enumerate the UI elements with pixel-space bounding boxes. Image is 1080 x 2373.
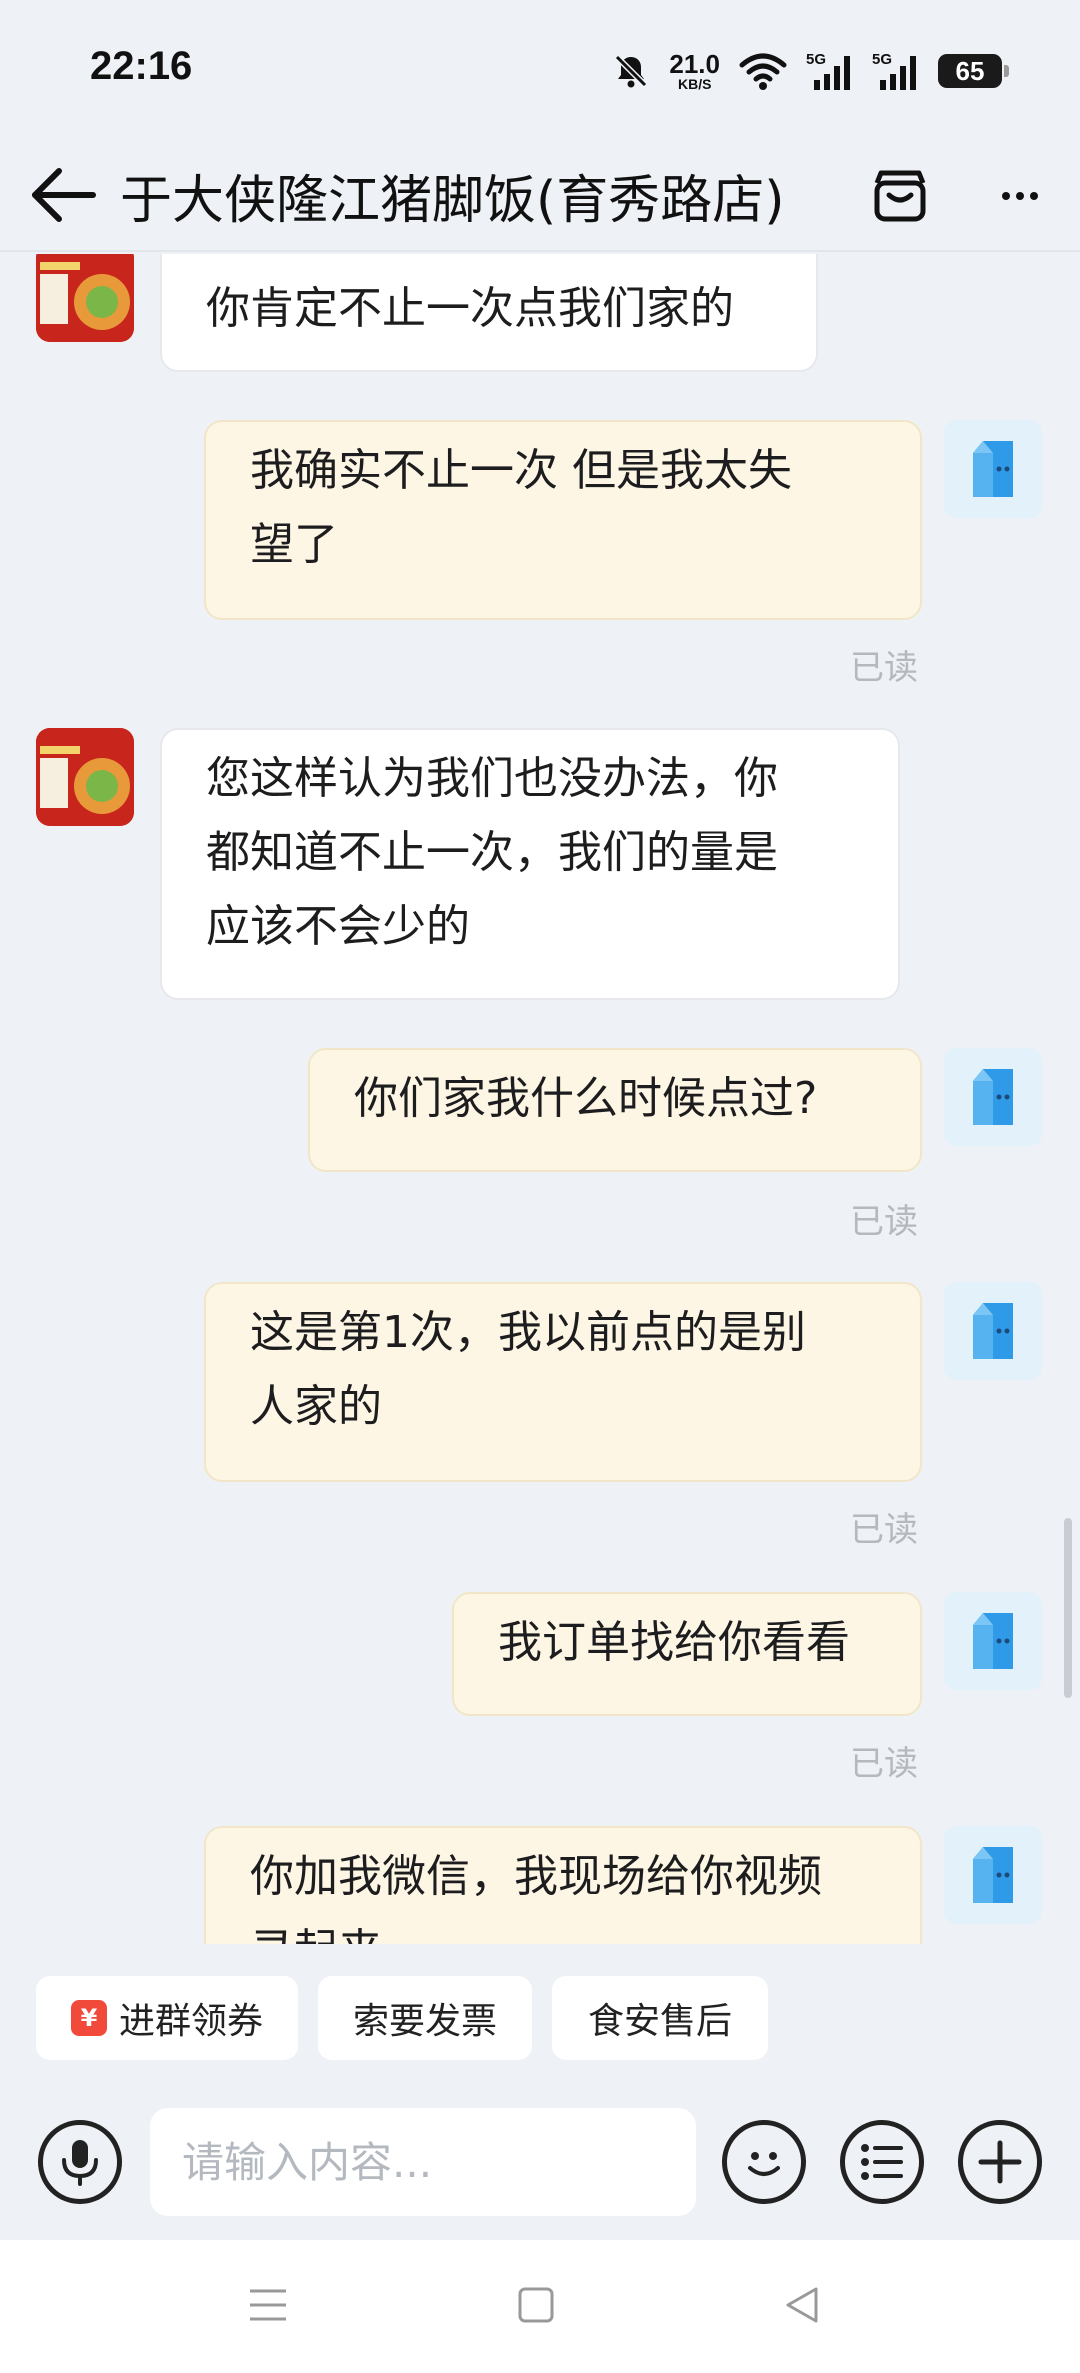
message-bubble-incoming[interactable]: 你肯定不止一次点我们家的 (160, 254, 818, 372)
chat-header: 于大侠隆江猪脚饭(育秀路店) (0, 140, 1080, 252)
message-bubble-outgoing[interactable]: 我确实不止一次 但是我太失 望了 (204, 420, 922, 620)
more-options-button[interactable] (980, 158, 1060, 234)
shop-avatar[interactable] (36, 728, 134, 826)
microphone-icon (62, 2140, 98, 2186)
emoji-smile-icon (748, 2152, 780, 2176)
user-avatar[interactable] (944, 1826, 1042, 1924)
system-navigation-bar (0, 2240, 1080, 2373)
message-text-line: 这是第1次，我以前点的是别 (250, 1307, 806, 1358)
status-bar: 22:16 21.0 KB/S 5G 5G 65 (0, 0, 1080, 140)
signal-5g-label-2: 5G (872, 51, 892, 68)
add-attachment-button[interactable] (958, 2120, 1042, 2204)
read-receipt: 已读 (850, 648, 918, 688)
status-icons: 21.0 KB/S 5G 5G 65 (611, 48, 1009, 94)
group-coupon-label: 进群领券 (118, 2001, 263, 2042)
message-bubble-outgoing[interactable]: 你加我微信，我现场给你视频 录起来 (204, 1826, 922, 1944)
coupon-icon: ¥ (70, 2000, 107, 2036)
message-bubble-outgoing[interactable]: 你们家我什么时候点过? (308, 1048, 922, 1172)
mute-bell-icon (611, 51, 651, 91)
emoji-button[interactable] (722, 2120, 806, 2204)
milk-carton-avatar-icon (973, 441, 1013, 497)
signal-5g-icon-2: 5G (872, 50, 920, 92)
more-dots-icon (1002, 192, 1038, 200)
menu-lines-icon (250, 2289, 286, 2321)
nav-menu-button[interactable] (228, 2270, 308, 2340)
page-title: 于大侠隆江猪脚饭(育秀路店) (120, 171, 785, 231)
message-text-line: 应该不会少的 (206, 901, 470, 952)
chat-message-list[interactable]: 你肯定不止一次点我们家的 我确实不止一次 但是我太失 望了 已读 您这样认为我们… (0, 254, 1080, 1944)
read-receipt: 已读 (850, 1510, 918, 1550)
message-input[interactable] (150, 2108, 696, 2216)
signal-5g-icon-1: 5G (806, 50, 854, 92)
network-speed-unit: KB/S (677, 76, 712, 92)
user-avatar[interactable] (944, 1048, 1042, 1146)
quick-action-bar: ¥ 进群领券 索要发票 食安售后 (0, 1944, 1080, 2064)
group-coupon-button[interactable]: ¥ 进群领券 (36, 1976, 298, 2060)
read-receipt: 已读 (850, 1202, 918, 1242)
battery-indicator: 65 (938, 54, 1009, 88)
milk-carton-avatar-icon (973, 1847, 1013, 1903)
signal-5g-label-1: 5G (806, 51, 826, 68)
message-bubble-outgoing[interactable]: 我订单找给你看看 (452, 1592, 922, 1716)
back-button[interactable] (22, 150, 102, 240)
message-text-line: 人家的 (250, 1381, 382, 1432)
shop-avatar[interactable] (36, 254, 134, 342)
message-text: 你们家我什么时候点过? (354, 1073, 818, 1124)
message-text-line: 望了 (250, 519, 338, 570)
user-avatar[interactable] (944, 1282, 1042, 1380)
read-receipt: 已读 (850, 1744, 918, 1784)
message-text-line: 我确实不止一次 但是我太失 (250, 445, 792, 496)
wifi-icon (738, 51, 788, 91)
user-avatar[interactable] (944, 1592, 1042, 1690)
milk-carton-avatar-icon (973, 1303, 1013, 1359)
voice-button[interactable] (38, 2120, 122, 2204)
message-bubble-outgoing[interactable]: 这是第1次，我以前点的是别 人家的 (204, 1282, 922, 1482)
network-speed: 21.0 KB/S (669, 51, 720, 91)
message-bubble-incoming[interactable]: 您这样认为我们也没办法，你 都知道不止一次，我们的量是 应该不会少的 (160, 728, 900, 1000)
back-arrow-icon (32, 168, 96, 222)
message-text-line: 录起来 (250, 1914, 876, 1944)
message-text-line: 您这样认为我们也没办法，你 (206, 753, 778, 804)
message-text-line: 你加我微信，我现场给你视频 (250, 1851, 822, 1902)
nav-home-button[interactable] (496, 2270, 576, 2340)
back-triangle-icon (786, 2287, 818, 2323)
food-safety-service-button[interactable]: 食安售后 (552, 1976, 768, 2060)
list-icon (861, 2144, 903, 2180)
plus-icon (978, 2140, 1022, 2184)
home-square-icon (518, 2287, 554, 2323)
request-invoice-button[interactable]: 索要发票 (318, 1976, 532, 2060)
message-input-bar (0, 2080, 1080, 2240)
milk-carton-avatar-icon (973, 1613, 1013, 1669)
food-safety-service-label: 食安售后 (587, 2001, 732, 2042)
message-text-line: 都知道不止一次，我们的量是 (206, 827, 778, 878)
shop-button[interactable] (862, 158, 938, 234)
nav-back-button[interactable] (762, 2270, 842, 2340)
milk-carton-avatar-icon (973, 1069, 1013, 1125)
user-avatar[interactable] (944, 420, 1042, 518)
message-text: 我订单找给你看看 (498, 1617, 850, 1668)
chat-scrollbar[interactable] (1064, 1518, 1072, 1698)
status-time: 22:16 (90, 44, 193, 88)
message-text: 你肯定不止一次点我们家的 (206, 283, 734, 334)
request-invoice-label: 索要发票 (352, 2001, 497, 2042)
quick-reply-list-button[interactable] (840, 2120, 924, 2204)
shop-icon (874, 170, 926, 222)
network-speed-value: 21.0 (669, 49, 720, 79)
